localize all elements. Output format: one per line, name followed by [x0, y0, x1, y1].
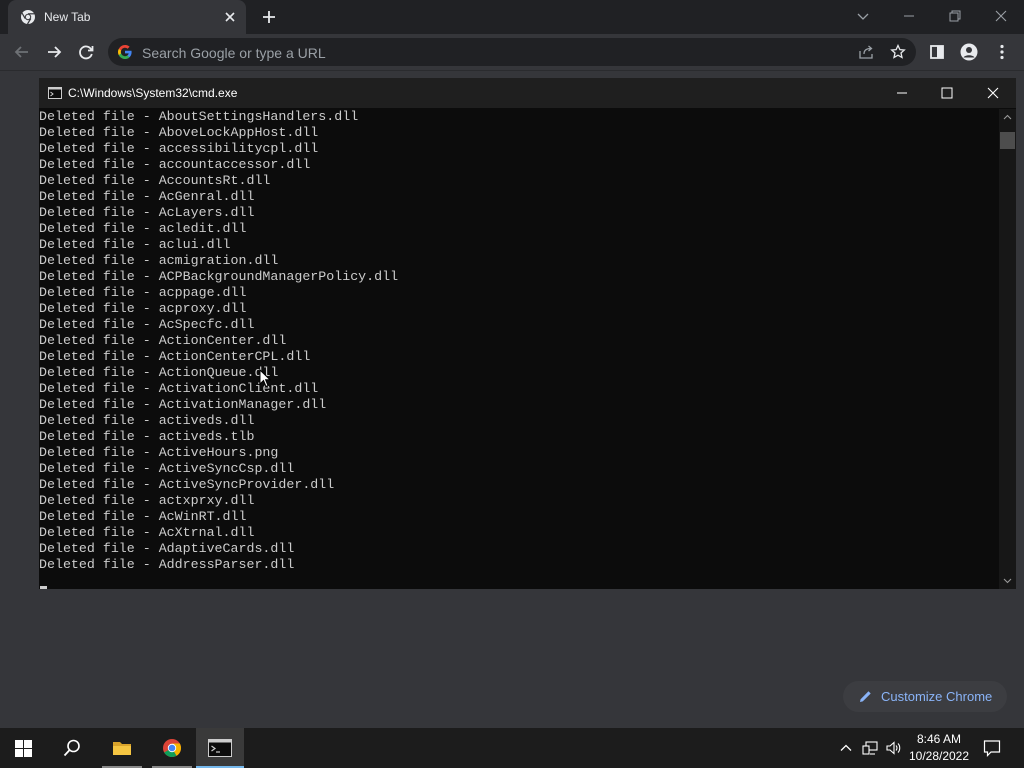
- taskbar-clock[interactable]: 8:46 AM 10/28/2022: [906, 731, 972, 765]
- console-line: Deleted file - ActiveSyncProvider.dll: [39, 477, 335, 492]
- browser-toolbar: Search Google or type a URL: [0, 34, 1024, 71]
- console-line: Deleted file - AdaptiveCards.dll: [39, 541, 295, 556]
- console-line: Deleted file - AboveLockAppHost.dll: [39, 125, 319, 140]
- console-line: Deleted file - ActiveSyncCsp.dll: [39, 461, 295, 476]
- console-line: Deleted file - AccountsRt.dll: [39, 173, 271, 188]
- taskbar-file-explorer[interactable]: [98, 728, 146, 768]
- scroll-down-icon[interactable]: [1003, 576, 1012, 585]
- omnibox[interactable]: Search Google or type a URL: [108, 38, 916, 66]
- taskbar: 8:46 AM 10/28/2022: [0, 728, 1024, 768]
- windows-logo-icon: [15, 740, 32, 757]
- console-line: Deleted file - ActionQueue.dll: [39, 365, 279, 380]
- restore-icon[interactable]: [945, 6, 965, 26]
- console-line: Deleted file - aclui.dll: [39, 237, 231, 252]
- arrow-left-icon[interactable]: [12, 42, 32, 62]
- console-output[interactable]: Deleted file - AboutSettingsHandlers.dll…: [39, 109, 999, 589]
- tab-new-tab[interactable]: New Tab: [8, 0, 246, 34]
- close-icon[interactable]: [983, 83, 1003, 103]
- vertical-scrollbar[interactable]: [999, 109, 1016, 589]
- tab-strip: New Tab: [0, 0, 1024, 34]
- arrow-right-icon[interactable]: [44, 42, 64, 62]
- console-line: Deleted file - accessibilitycpl.dll: [39, 141, 319, 156]
- taskbar-cmd[interactable]: [196, 728, 244, 768]
- console-line: Deleted file - ActionCenter.dll: [39, 333, 287, 348]
- chevron-down-icon[interactable]: [853, 6, 873, 26]
- console-line: Deleted file - acledit.dll: [39, 221, 247, 236]
- console-line: Deleted file - AcWinRT.dll: [39, 509, 247, 524]
- search-icon: [63, 739, 80, 757]
- console-line: Deleted file - ActivationManager.dll: [39, 397, 327, 412]
- customize-chrome-label: Customize Chrome: [881, 689, 993, 704]
- chrome-logo-icon: [21, 10, 35, 25]
- mouse-cursor-icon: [259, 369, 271, 388]
- console-icon: [48, 87, 62, 99]
- cmd-window-title: C:\Windows\System32\cmd.exe: [68, 86, 238, 100]
- chevron-up-icon[interactable]: [838, 740, 854, 756]
- console-line: Deleted file - AcXtrnal.dll: [39, 525, 255, 540]
- console-line: Deleted file - ACPBackgroundManagerPolic…: [39, 269, 399, 284]
- close-window-icon[interactable]: [991, 6, 1011, 26]
- console-line: Deleted file - ActivationClient.dll: [39, 381, 319, 396]
- reload-icon[interactable]: [76, 42, 96, 62]
- cmd-window[interactable]: C:\Windows\System32\cmd.exe Deleted file…: [39, 78, 1016, 589]
- kebab-menu-icon[interactable]: [992, 42, 1012, 62]
- scroll-up-icon[interactable]: [1003, 113, 1012, 122]
- profile-icon[interactable]: [959, 42, 979, 62]
- console-line: Deleted file - acmigration.dll: [39, 253, 279, 268]
- maximize-icon[interactable]: [937, 83, 957, 103]
- console-line: Deleted file - AddressParser.dll: [39, 557, 295, 572]
- side-panel-icon[interactable]: [927, 42, 947, 62]
- plus-icon[interactable]: [260, 8, 278, 26]
- taskbar-chrome[interactable]: [148, 728, 196, 768]
- clock-time: 8:46 AM: [916, 732, 962, 746]
- text-cursor: [40, 586, 47, 589]
- cmd-titlebar[interactable]: C:\Windows\System32\cmd.exe: [39, 78, 1016, 108]
- console-line: Deleted file - acproxy.dll: [39, 301, 247, 316]
- chrome-logo-icon: [163, 739, 182, 758]
- console-line: Deleted file - AboutSettingsHandlers.dll: [39, 109, 359, 124]
- google-g-icon: [118, 45, 132, 59]
- close-icon[interactable]: [222, 9, 238, 25]
- console-line: Deleted file - acppage.dll: [39, 285, 247, 300]
- clock-date: 10/28/2022: [908, 749, 970, 763]
- network-icon[interactable]: [862, 740, 878, 756]
- taskbar-search-button[interactable]: [48, 728, 96, 768]
- scrollbar-thumb[interactable]: [1000, 132, 1015, 149]
- console-line: Deleted file - accountaccessor.dll: [39, 157, 311, 172]
- pencil-icon: [860, 691, 871, 702]
- console-line: Deleted file - AcSpecfc.dll: [39, 317, 255, 332]
- console-line: Deleted file - AcGenral.dll: [39, 189, 255, 204]
- customize-chrome-button[interactable]: Customize Chrome: [843, 681, 1007, 712]
- console-line: Deleted file - actxprxy.dll: [39, 493, 255, 508]
- tab-title: New Tab: [44, 10, 91, 24]
- console-line: Deleted file - activeds.tlb: [39, 429, 255, 444]
- console-icon: [208, 739, 232, 757]
- minimize-icon[interactable]: [899, 6, 919, 26]
- star-icon[interactable]: [890, 44, 906, 60]
- console-line: Deleted file - activeds.dll: [39, 413, 255, 428]
- console-line: Deleted file - AcLayers.dll: [39, 205, 255, 220]
- notification-icon[interactable]: [983, 739, 1001, 757]
- omnibox-placeholder: Search Google or type a URL: [142, 45, 326, 61]
- start-button[interactable]: [0, 728, 48, 768]
- volume-icon[interactable]: [885, 740, 901, 756]
- console-line: Deleted file - ActionCenterCPL.dll: [39, 349, 311, 364]
- share-icon[interactable]: [858, 44, 874, 60]
- console-line: Deleted file - ActiveHours.png: [39, 445, 279, 460]
- folder-icon: [113, 742, 131, 755]
- minimize-icon[interactable]: [892, 83, 912, 103]
